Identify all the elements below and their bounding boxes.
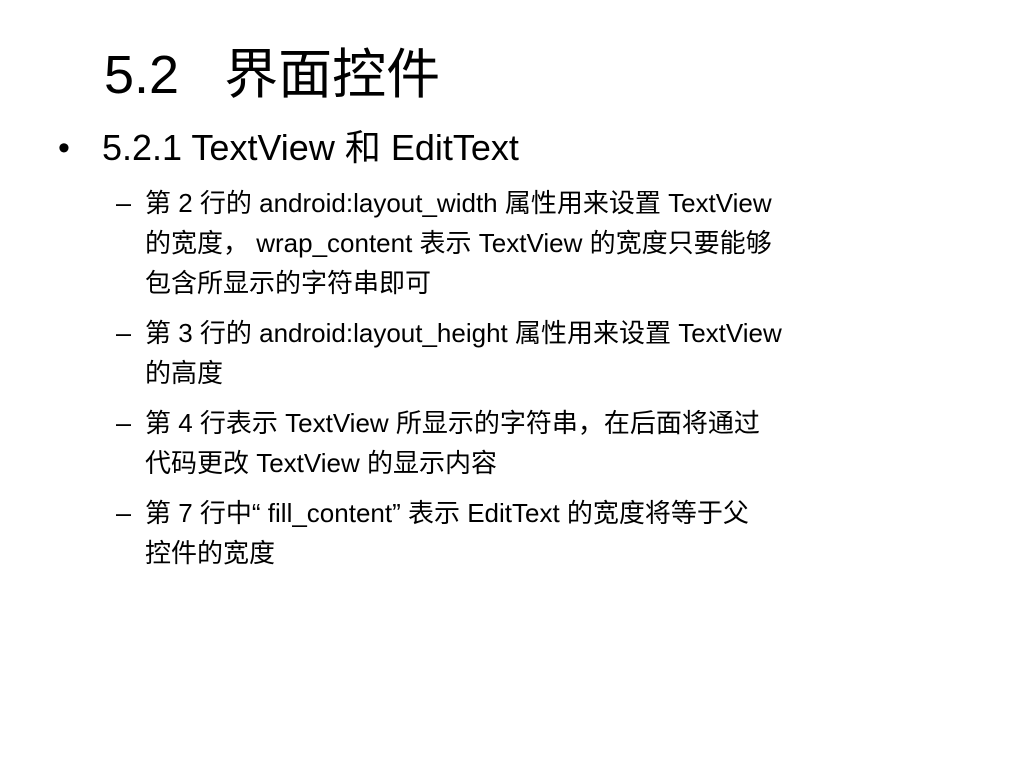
sub-bullet-line: 第 2 行的 android:layout_width 属性用来设置 TextV… — [145, 188, 772, 218]
sub-bullet-line: 包含所显示的字符串即可 — [145, 268, 432, 298]
bullet-point-icon: • — [58, 129, 70, 167]
slide: 5.2 界面控件 • 5.2.1 TextView 和 EditText – 第… — [0, 0, 1024, 768]
sub-bullet-line: 代码更改 TextView 的显示内容 — [145, 448, 498, 478]
slide-title: 5.2 界面控件 — [104, 45, 441, 105]
sub-bullet-line: 的高度 — [145, 358, 224, 388]
sub-bullet-dash: – — [116, 188, 132, 218]
sub-bullet-dash: – — [116, 318, 132, 348]
sub-bullet-line: 第 3 行的 android:layout_height 属性用来设置 Text… — [145, 318, 782, 348]
sub-bullet-dash: – — [116, 498, 132, 528]
sub-bullet-dash: – — [116, 408, 132, 438]
section-heading: 5.2.1 TextView 和 EditText — [102, 127, 519, 168]
sub-bullet-line: 第 7 行中“ fill_content” 表示 EditText 的宽度将等于… — [145, 498, 749, 528]
sub-bullet-line: 第 4 行表示 TextView 所显示的字符串，在后面将通过 — [145, 408, 760, 438]
sub-bullet-line: 控件的宽度 — [145, 538, 276, 568]
sub-bullet-line: 的宽度， wrap_content 表示 TextView 的宽度只要能够 — [145, 228, 772, 258]
